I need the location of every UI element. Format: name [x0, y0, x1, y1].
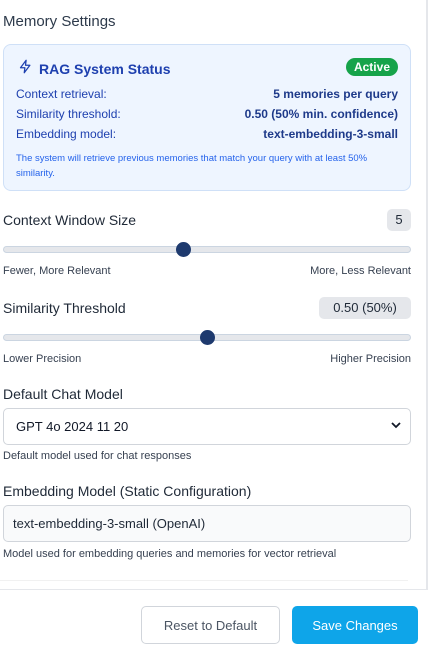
status-badge: Active [345, 58, 398, 76]
reset-to-default-button[interactable]: Reset to Default [141, 606, 280, 644]
memory-settings-panel: Memory Settings RAG System Status Active… [0, 0, 428, 657]
similarity-threshold-slider-thumb[interactable] [200, 330, 215, 345]
embedding-model-label: Embedding Model (Static Configuration) [3, 483, 252, 499]
rag-status-card: RAG System Status Active Context retriev… [3, 44, 411, 191]
status-row-value: 5 memories per query [273, 87, 398, 101]
chat-model-selected-value: GPT 4o 2024 11 20 [16, 419, 129, 434]
divider [0, 580, 408, 581]
chat-model-label: Default Chat Model [3, 386, 123, 402]
status-row-similarity-threshold: Similarity threshold: 0.50 (50% min. con… [16, 107, 398, 121]
status-note: The system will retrieve previous memori… [16, 153, 368, 179]
status-row-label: Context retrieval: [16, 87, 107, 101]
status-row-label: Embedding model: [16, 127, 117, 141]
footer-actions: Reset to Default Save Changes [0, 589, 428, 657]
embedding-model-help: Model used for embedding queries and mem… [3, 548, 337, 560]
similarity-threshold-min-label: Lower Precision [3, 353, 82, 365]
embedding-model-field: text-embedding-3-small (OpenAI) [3, 505, 411, 542]
context-window-slider-thumb[interactable] [175, 242, 191, 257]
similarity-threshold-label: Similarity Threshold [3, 300, 126, 316]
lightning-icon [18, 59, 33, 79]
context-window-min-label: Fewer, More Relevant [3, 265, 111, 277]
chat-model-help: Default model used for chat responses [3, 450, 192, 462]
status-row-value: text-embedding-3-small [263, 127, 398, 141]
similarity-threshold-max-label: Higher Precision [330, 353, 411, 365]
chevron-down-icon [390, 419, 402, 434]
chat-model-select[interactable]: GPT 4o 2024 11 20 [3, 408, 411, 445]
embedding-model-value: text-embedding-3-small (OpenAI) [13, 516, 206, 531]
context-window-max-label: More, Less Relevant [310, 265, 411, 277]
save-changes-button[interactable]: Save Changes [292, 606, 418, 644]
status-row-value: 0.50 (50% min. confidence) [244, 107, 398, 121]
context-window-label: Context Window Size [3, 212, 137, 228]
similarity-threshold-value: 0.50 (50%) [319, 297, 411, 319]
status-row-label: Similarity threshold: [16, 107, 121, 121]
rag-status-title: RAG System Status [39, 61, 171, 77]
status-row-context-retrieval: Context retrieval: 5 memories per query [16, 87, 398, 101]
rag-status-header: RAG System Status [18, 59, 170, 79]
context-window-slider[interactable] [3, 242, 411, 257]
similarity-threshold-slider[interactable] [3, 330, 411, 345]
section-title: Memory Settings [3, 13, 116, 30]
status-row-embedding-model: Embedding model: text-embedding-3-small [16, 127, 398, 141]
context-window-value: 5 [387, 209, 411, 231]
